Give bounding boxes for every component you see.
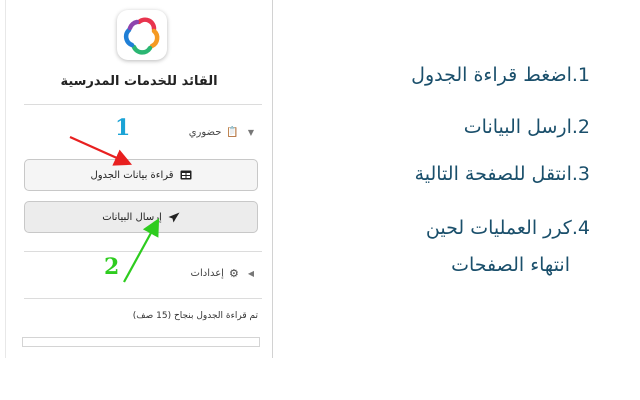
arrow-2 bbox=[123, 218, 160, 283]
callout-number-2: 2 bbox=[104, 254, 120, 280]
step-1: 1.اضغط قراءة الجدول bbox=[411, 64, 590, 86]
step-3: 3.انتقل للصفحة التالية bbox=[414, 163, 590, 185]
step-4-continued: انتهاء الصفحات bbox=[451, 254, 570, 276]
annotation-arrows bbox=[69, 135, 160, 283]
step-2: 2.ارسل البيانات bbox=[463, 116, 590, 138]
step-4: 4.كرر العمليات لحين bbox=[425, 217, 590, 239]
callout-number-1: 1 bbox=[115, 115, 131, 141]
